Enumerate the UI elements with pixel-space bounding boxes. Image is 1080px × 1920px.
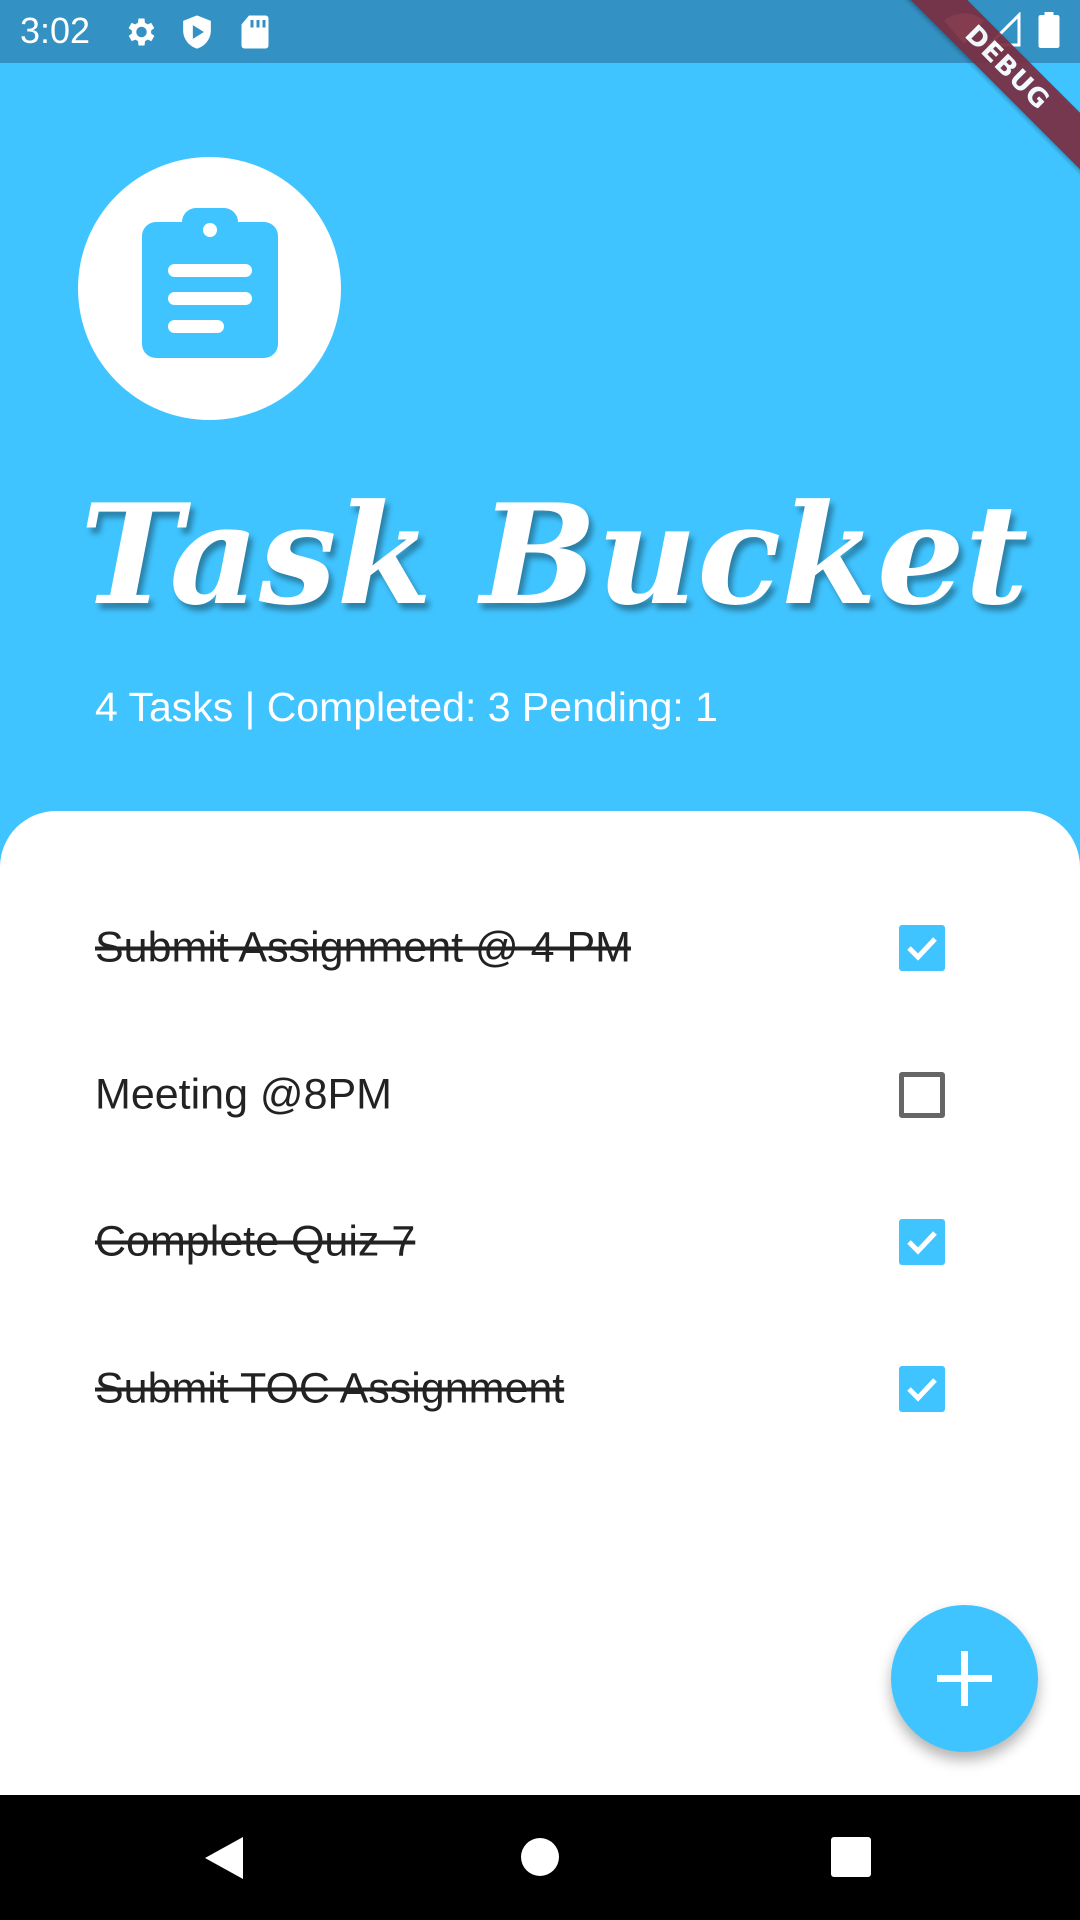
task-checkbox[interactable] xyxy=(899,1365,945,1412)
settings-icon xyxy=(122,14,158,54)
app-title: Task Bucket xyxy=(80,473,1029,636)
battery-icon xyxy=(1038,12,1060,52)
sd-card-icon xyxy=(240,14,270,54)
add-task-button[interactable] xyxy=(891,1605,1038,1752)
task-row[interactable]: Complete Quiz 7 xyxy=(0,1168,1080,1315)
task-title: Complete Quiz 7 xyxy=(95,1217,416,1265)
task-row[interactable]: Meeting @8PM xyxy=(0,1021,1080,1168)
task-title: Meeting @8PM xyxy=(95,1070,392,1118)
clipboard-icon xyxy=(142,208,278,362)
play-protect-icon xyxy=(180,14,214,54)
home-icon[interactable] xyxy=(520,1837,560,1881)
back-icon[interactable] xyxy=(203,1835,245,1885)
recents-icon[interactable] xyxy=(831,1837,871,1881)
task-summary: 4 Tasks | Completed: 3 Pending: 1 xyxy=(95,684,718,730)
status-bar: 3:02 xyxy=(0,0,1080,63)
task-title: Submit TOC Assignment xyxy=(95,1364,565,1412)
task-row[interactable]: Submit Assignment @ 4 PM xyxy=(0,874,1080,1021)
task-checkbox[interactable] xyxy=(899,1071,945,1118)
task-checkbox[interactable] xyxy=(899,1218,945,1265)
add-icon xyxy=(937,1651,992,1710)
task-row[interactable]: Submit TOC Assignment xyxy=(0,1315,1080,1462)
navigation-bar xyxy=(0,1795,1080,1920)
task-checkbox[interactable] xyxy=(899,924,945,971)
status-time: 3:02 xyxy=(20,10,91,51)
task-title: Submit Assignment @ 4 PM xyxy=(95,923,631,971)
app-logo xyxy=(78,157,341,420)
